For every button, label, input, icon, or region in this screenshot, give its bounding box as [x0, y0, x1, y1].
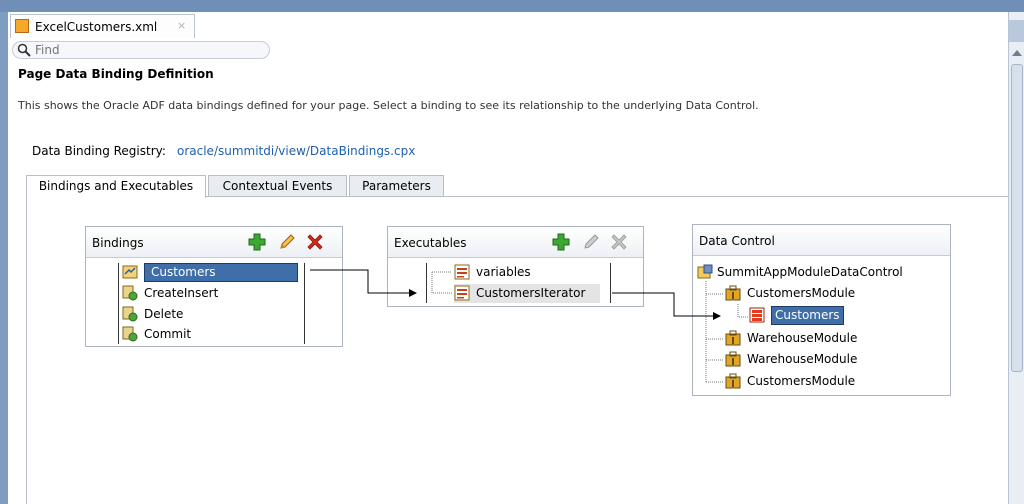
binding-relationship-arrows	[310, 269, 721, 320]
bindings-to-executables-arrow	[310, 269, 417, 297]
executables-to-datacontrol-arrow	[612, 292, 721, 320]
